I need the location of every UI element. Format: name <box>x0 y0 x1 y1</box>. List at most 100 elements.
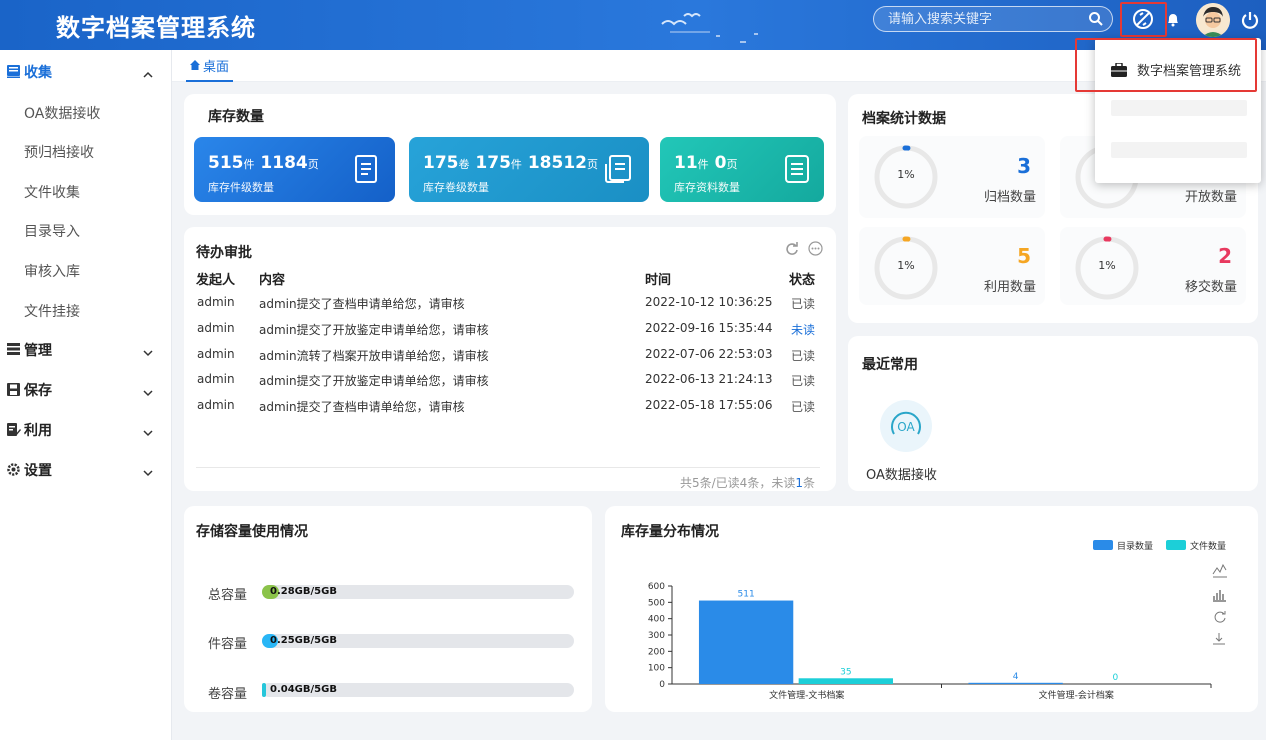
line-chart-icon[interactable] <box>1212 563 1227 578</box>
cell-content: admin提交了查档申请单给您，请审核 <box>259 400 465 414</box>
y-tick-label: 200 <box>648 647 665 657</box>
sidebar-item-catalog-import[interactable]: 目录导入 <box>24 221 80 241</box>
recent-item-label[interactable]: OA数据接收 <box>866 464 937 483</box>
storage-card: 存储容量使用情况 总容量 0.28GB/5GB 件容量 0.25GB/5GB 卷… <box>184 506 592 712</box>
sidebar-item-oa[interactable]: OA数据接收 <box>24 103 100 123</box>
progress-ring: 1% <box>873 144 939 210</box>
archive-icon <box>604 154 634 188</box>
storage-bar-total: 0.28GB/5GB <box>262 585 574 599</box>
data-label: 0 <box>1112 673 1118 683</box>
cell-content: admin流转了档案开放申请单给您，请审核 <box>259 349 489 363</box>
stat-label: 利用数量 <box>983 280 1036 295</box>
restore-icon[interactable] <box>1214 611 1226 623</box>
sidebar-item-review[interactable]: 审核入库 <box>24 261 80 281</box>
bird-decoration <box>661 13 758 43</box>
stat-file-level[interactable]: 515件 1184页 库存件级数量 <box>194 137 395 202</box>
chevron-down-icon <box>143 465 153 481</box>
stat-label: 开放数量 <box>1184 190 1237 205</box>
tab-desktop[interactable]: 桌面 <box>186 50 234 82</box>
stat-box[interactable]: 1% 2 移交数量 <box>1060 227 1246 305</box>
stat-value: 175卷 175件 18512页 <box>423 153 598 173</box>
cell-status: 已读 <box>791 349 816 363</box>
storage-label: 件容量 <box>208 637 248 652</box>
sidebar-group-manage[interactable]: 管理 <box>0 330 172 370</box>
sidebar-group-collect[interactable]: 收集 <box>0 52 172 92</box>
sidebar-item-attach[interactable]: 文件挂接 <box>24 301 80 321</box>
cell-status: 已读 <box>791 374 816 388</box>
progress-ring: 1% <box>873 235 939 301</box>
bar <box>798 678 893 684</box>
download-icon[interactable] <box>1213 633 1225 645</box>
legend-swatch <box>1093 540 1113 550</box>
svg-text:OA: OA <box>897 420 915 434</box>
sidebar-group-settings[interactable]: 设置 <box>0 450 172 490</box>
cell-status: 已读 <box>791 297 816 311</box>
sidebar-group-label: 收集 <box>24 65 52 81</box>
data-label: 511 <box>738 590 755 600</box>
storage-label: 卷容量 <box>208 687 248 702</box>
storage-bar-volume: 0.04GB/5GB <box>262 683 574 697</box>
oa-icon: OA <box>891 411 921 435</box>
more-icon[interactable] <box>808 241 823 260</box>
stat-box[interactable]: 1% 5 利用数量 <box>859 227 1045 305</box>
card-title: 档案统计数据 <box>862 111 946 127</box>
storage-label: 总容量 <box>208 588 248 603</box>
sidebar: 收集 OA数据接收 预归档接收 文件收集 目录导入 审核入库 文件挂接 管理 保… <box>0 50 172 740</box>
recent-card: 最近常用 OA OA数据接收 <box>848 336 1258 491</box>
bar <box>698 600 794 684</box>
search-input[interactable] <box>888 10 1078 28</box>
card-title: 最近常用 <box>862 357 918 373</box>
col-header-time: 时间 <box>645 273 672 288</box>
y-tick-label: 400 <box>648 615 665 625</box>
stat-box[interactable]: 1% 3 归档数量 <box>859 136 1045 218</box>
y-tick-label: 300 <box>648 631 665 641</box>
document-icon <box>354 154 380 188</box>
chevron-down-icon <box>143 385 153 401</box>
cell-time: 2022-07-06 22:53:03 <box>645 347 773 361</box>
stat-number: 5 <box>1017 244 1031 268</box>
home-icon <box>190 60 200 70</box>
cell-status: 已读 <box>791 400 816 414</box>
refresh-icon[interactable] <box>784 241 799 260</box>
y-tick-label: 100 <box>648 664 665 674</box>
distribution-chart-card: 库存量分布情况 目录数量 文件数量 0 100 200 300 400 500 600 文件管理-… <box>605 506 1258 712</box>
legend-label: 文件数量 <box>1190 540 1226 552</box>
y-tick-label: 600 <box>648 582 665 592</box>
recent-item-oa[interactable]: OA <box>880 400 932 452</box>
stat-label: 库存资料数量 <box>674 181 740 194</box>
bar <box>968 682 1063 684</box>
sidebar-group-save[interactable]: 保存 <box>0 370 172 410</box>
sidebar-item-file-collect[interactable]: 文件收集 <box>24 182 80 202</box>
stat-label: 移交数量 <box>1184 280 1237 295</box>
x-tick-label: 文件管理-会计档案 <box>1039 689 1114 701</box>
user-avatar[interactable] <box>1196 3 1230 37</box>
bell-icon[interactable] <box>1166 11 1180 31</box>
sidebar-group-label: 管理 <box>24 343 52 359</box>
manage-icon <box>7 343 20 359</box>
collect-icon <box>7 65 20 82</box>
save-icon <box>7 383 20 400</box>
storage-bar-file: 0.25GB/5GB <box>262 634 574 648</box>
sidebar-group-use[interactable]: 利用 <box>0 410 172 450</box>
cell-sender: admin <box>197 372 235 386</box>
gear-icon <box>7 463 20 480</box>
search-icon[interactable] <box>1088 11 1104 31</box>
cell-time: 2022-06-13 21:24:13 <box>645 372 773 386</box>
sidebar-item-pre-archive[interactable]: 预归档接收 <box>24 142 94 162</box>
stat-volume-level[interactable]: 175卷 175件 18512页 库存卷级数量 <box>409 137 649 202</box>
chevron-down-icon <box>143 425 153 441</box>
bar-chart: 目录数量 文件数量 0 100 200 300 400 500 600 文件管理-文书档案 511 3… <box>648 540 1227 701</box>
stat-material[interactable]: 11件 0页 库存资料数量 <box>660 137 824 202</box>
stat-label: 库存卷级数量 <box>423 181 489 194</box>
highlight-switch-box <box>1120 2 1167 37</box>
bar-chart-icon[interactable] <box>1213 590 1226 602</box>
data-label: 35 <box>840 667 851 677</box>
progress-ring: 1% <box>1074 235 1140 301</box>
y-tick-label: 0 <box>659 680 665 690</box>
highlight-dropdown-box <box>1075 38 1257 92</box>
power-icon[interactable] <box>1240 10 1260 34</box>
cell-sender: admin <box>197 321 235 335</box>
stat-value: 11件 0页 <box>674 153 738 173</box>
cell-status: 未读 <box>791 323 816 337</box>
inventory-card: 库存数量 515件 1184页 库存件级数量 175卷 175件 18512页 … <box>184 94 836 215</box>
